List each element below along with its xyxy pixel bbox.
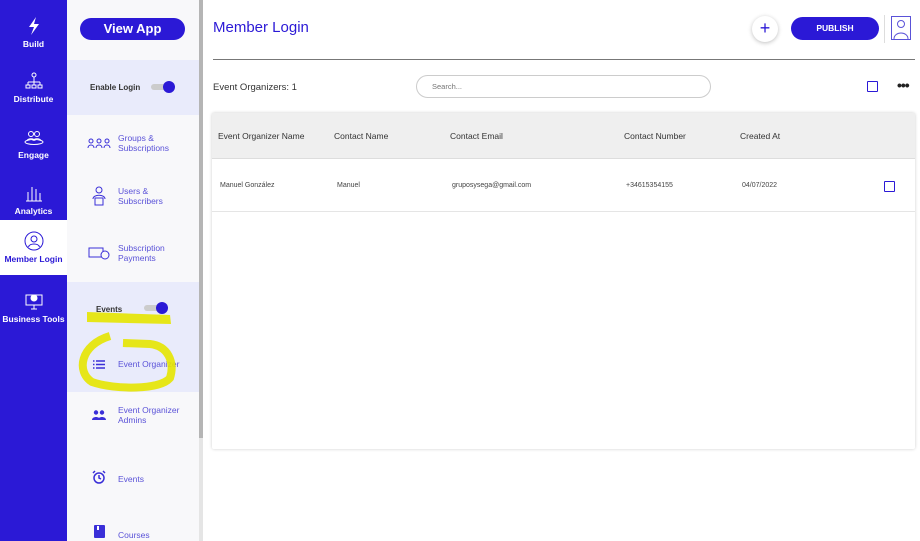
enable-login-toggle[interactable] xyxy=(151,81,175,93)
column-header[interactable]: Created At xyxy=(740,131,780,141)
nav-distribute[interactable]: Distribute xyxy=(0,60,67,115)
people-icon xyxy=(24,131,43,145)
enable-login-label: Enable Login xyxy=(90,83,141,92)
header-divider xyxy=(884,15,885,43)
sidebar-item-payments[interactable]: Subscription Payments xyxy=(87,243,197,263)
search-input[interactable] xyxy=(416,75,711,98)
column-header[interactable]: Contact Name xyxy=(334,131,388,141)
groups-icon xyxy=(87,133,111,153)
contact-number: +34615354155 xyxy=(626,182,673,189)
monitor-dollar-icon xyxy=(25,294,42,310)
nav-build[interactable]: Build xyxy=(0,5,67,60)
sidebar-item-events[interactable]: Events xyxy=(87,467,197,487)
events-toggle-label: Events xyxy=(96,305,123,314)
sidebar-item-users[interactable]: Users & Subscribers xyxy=(87,186,197,206)
column-header[interactable]: Event Organizer Name xyxy=(218,131,304,141)
user-lock-icon xyxy=(87,186,111,206)
header-divider-line xyxy=(213,59,915,60)
bar-chart-icon xyxy=(25,187,42,202)
events-section xyxy=(67,282,200,392)
row-checkbox[interactable] xyxy=(884,181,895,192)
book-icon xyxy=(87,521,111,541)
table-row[interactable]: Manuel González Manuel gruposysega@gmail… xyxy=(212,160,915,212)
group-icon xyxy=(87,405,111,425)
nav-engage[interactable]: Engage xyxy=(0,116,67,171)
table-header: Event Organizer Name Contact Name Contac… xyxy=(212,113,915,159)
nav-member-login[interactable]: Member Login xyxy=(0,220,67,275)
organizer-name: Manuel González xyxy=(220,182,275,189)
contact-name: Manuel xyxy=(337,182,360,189)
sidebar-scrollbar[interactable] xyxy=(199,0,203,541)
sidebar-item-event-organizer[interactable]: Event Organizer xyxy=(87,354,197,374)
more-options-icon[interactable]: ••• xyxy=(897,78,910,92)
user-circle-icon xyxy=(24,231,43,251)
sidebar-item-groups[interactable]: Groups & Subscriptions xyxy=(87,133,197,153)
payment-clock-icon xyxy=(87,243,111,263)
column-header[interactable]: Contact Email xyxy=(450,131,503,141)
column-header[interactable]: Contact Number xyxy=(624,131,686,141)
page-title: Member Login xyxy=(213,19,309,36)
profile-avatar-icon[interactable] xyxy=(891,16,911,40)
sidebar-item-event-organizer-admins[interactable]: Event Organizer Admins xyxy=(87,405,197,425)
created-at: 04/07/2022 xyxy=(742,182,778,189)
main-nav-rail: Build Distribute Engage Analytics Member… xyxy=(0,0,67,541)
add-button[interactable]: + xyxy=(752,16,778,42)
contact-email: gruposysega@gmail.com xyxy=(452,182,532,189)
nav-business-tools[interactable]: Business Tools xyxy=(0,280,67,335)
list-icon xyxy=(87,354,111,374)
organizer-count: Event Organizers: 1 xyxy=(213,82,297,93)
lightning-icon xyxy=(28,17,39,35)
select-all-checkbox[interactable] xyxy=(867,81,878,92)
publish-button[interactable]: PUBLISH xyxy=(791,17,879,40)
organizers-table: Event Organizer Name Contact Name Contac… xyxy=(212,113,915,449)
nav-analytics[interactable]: Analytics xyxy=(0,172,67,227)
sidebar-item-courses[interactable]: Courses xyxy=(87,521,197,541)
member-login-sidebar: View App Enable Login Groups & Subscript… xyxy=(67,0,200,541)
view-app-button[interactable]: View App xyxy=(80,18,185,40)
events-toggle[interactable] xyxy=(144,302,168,314)
network-icon xyxy=(25,72,42,89)
alarm-clock-icon xyxy=(87,467,111,487)
